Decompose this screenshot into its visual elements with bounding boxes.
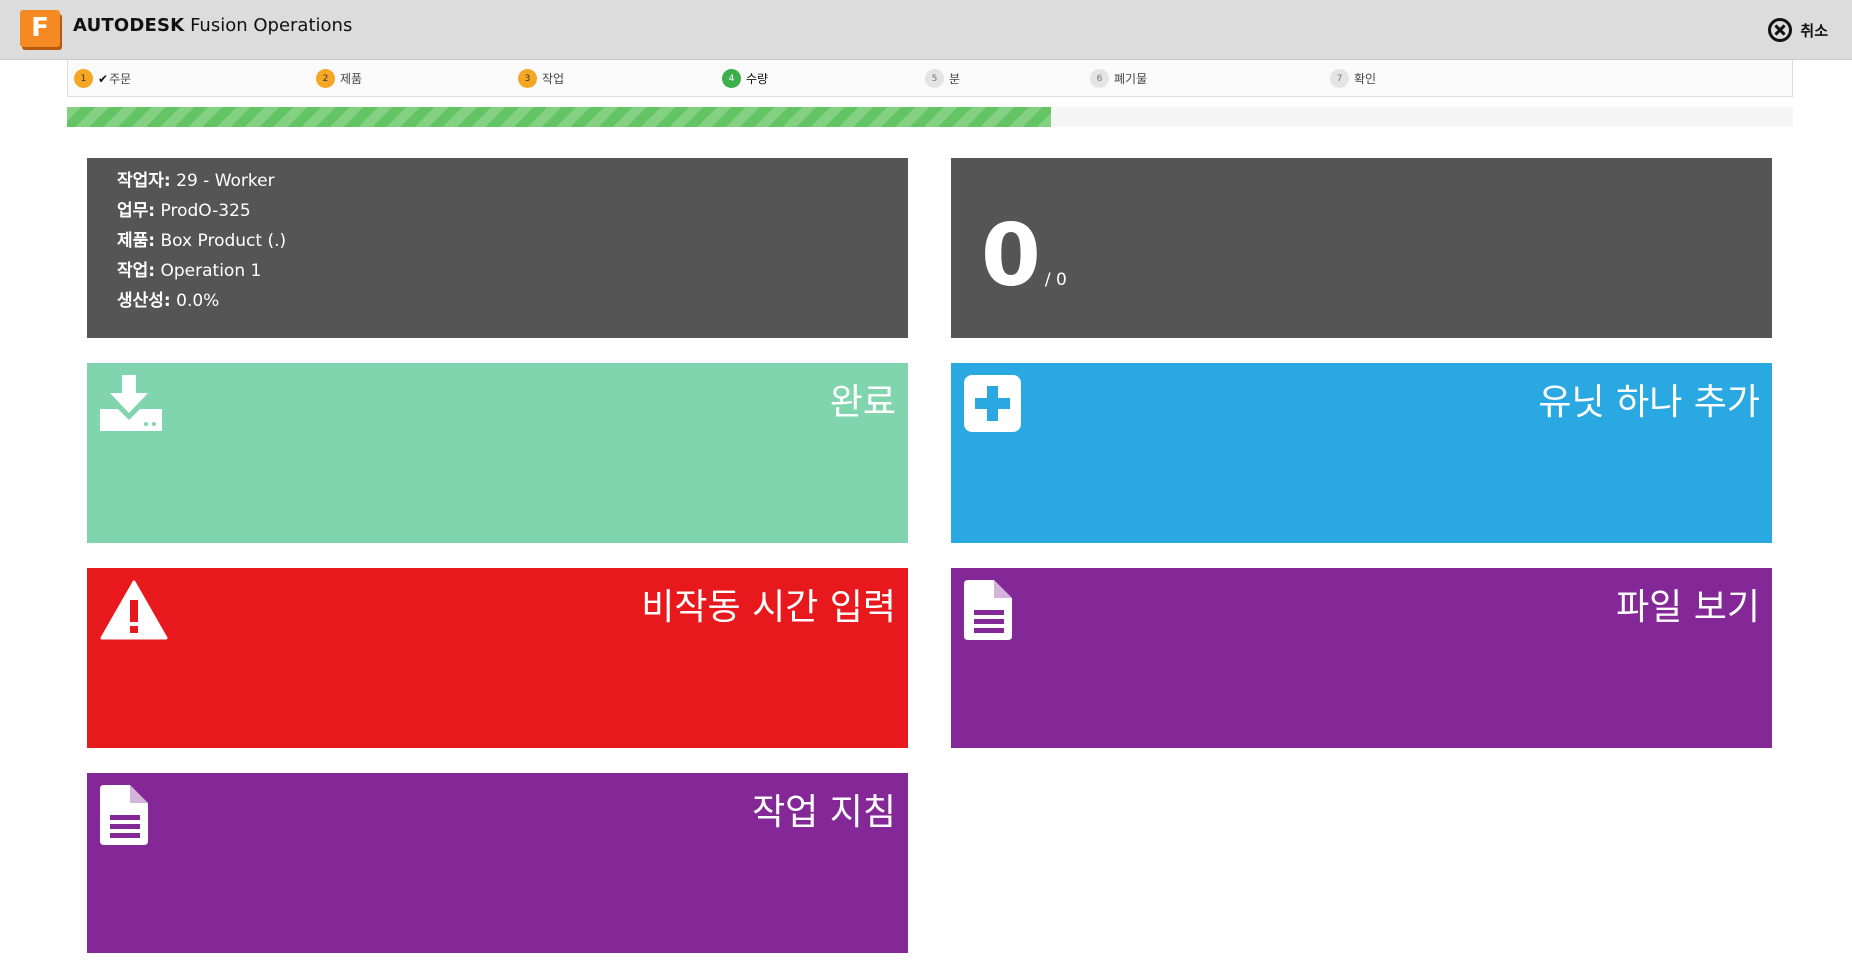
brand-product: Fusion Operations (190, 15, 353, 36)
add-unit-label: 유닛 하나 추가 (1538, 382, 1760, 423)
downtime-button[interactable]: 비작동 시간 입력 (87, 568, 908, 748)
step-label: 분 (949, 72, 961, 86)
cancel-button[interactable]: 취소 (1768, 15, 1828, 45)
product-key: 제품: (117, 231, 156, 251)
step-order[interactable]: 1 ✔ 주문 (74, 69, 131, 88)
step-number: 6 (1090, 69, 1109, 88)
step-product[interactable]: 2 제품 (316, 69, 362, 88)
step-minutes: 5 분 (925, 69, 960, 88)
view-files-label: 파일 보기 (1616, 587, 1760, 628)
view-files-button[interactable]: 파일 보기 (951, 568, 1772, 748)
step-quantity[interactable]: 4 수량 (722, 69, 768, 88)
work-instructions-label: 작업 지침 (752, 792, 896, 833)
productivity-value: 0.0% (176, 291, 220, 311)
step-waste: 6 폐기물 (1090, 69, 1147, 88)
autodesk-logo: F (20, 10, 62, 50)
step-label: 제품 (340, 72, 363, 86)
wizard-steps: 1 ✔ 주문 2 제품 3 작업 4 수량 5 분 6 폐기물 7 확인 (67, 60, 1793, 97)
step-label: 확인 (1354, 72, 1377, 86)
step-number: 3 (518, 69, 537, 88)
brand-bold: AUTODESK (73, 15, 185, 36)
add-unit-button[interactable]: 유닛 하나 추가 (951, 363, 1772, 543)
job-row: 업무: ProdO-325 (117, 196, 286, 226)
product-value: Box Product (.) (160, 231, 287, 251)
step-number: 5 (925, 69, 944, 88)
quantity-total: / 0 (1044, 270, 1067, 290)
logo-letter: F (20, 10, 60, 47)
quantity-count: 0 (981, 206, 1041, 306)
complete-label: 완료 (829, 382, 896, 423)
step-operation[interactable]: 3 작업 (518, 69, 564, 88)
download-tray-icon (100, 375, 162, 431)
complete-button[interactable]: 완료 (87, 363, 908, 543)
step-number: 4 (722, 69, 741, 88)
worker-key: 작업자: (117, 171, 171, 191)
warning-icon (100, 580, 168, 640)
step-label: 작업 (542, 72, 565, 86)
productivity-key: 생산성: (117, 291, 171, 311)
checkmark-icon: ✔ (98, 71, 109, 86)
step-number: 7 (1330, 69, 1349, 88)
file-document-icon (964, 580, 1012, 640)
operation-value: Operation 1 (160, 261, 262, 281)
step-label: 폐기물 (1114, 72, 1148, 86)
operation-row: 작업: Operation 1 (117, 256, 286, 286)
progress-fill (67, 107, 1051, 127)
close-circle-icon (1768, 18, 1793, 42)
job-value: ProdO-325 (160, 201, 251, 221)
quantity-panel: 0/ 0 (951, 158, 1772, 338)
plus-square-icon (964, 375, 1021, 432)
file-document-icon (100, 785, 148, 845)
downtime-label: 비작동 시간 입력 (641, 587, 896, 628)
step-number: 2 (316, 69, 335, 88)
progress-bar (67, 107, 1793, 127)
step-number: 1 (74, 69, 93, 88)
worker-row: 작업자: 29 - Worker (117, 166, 286, 196)
cancel-label: 취소 (1800, 21, 1828, 40)
work-instructions-button[interactable]: 작업 지침 (87, 773, 908, 953)
operation-key: 작업: (117, 261, 156, 281)
step-confirm: 7 확인 (1330, 69, 1376, 88)
app-header: F AUTODESK Fusion Operations 취소 (0, 0, 1852, 60)
worker-value: 29 - Worker (176, 171, 275, 191)
step-label: 수량 (746, 72, 769, 86)
job-info-panel: 작업자: 29 - Worker 업무: ProdO-325 제품: Box P… (87, 158, 908, 338)
product-row: 제품: Box Product (.) (117, 226, 286, 256)
productivity-row: 생산성: 0.0% (117, 286, 286, 316)
app-title: AUTODESK Fusion Operations (73, 15, 352, 36)
job-key: 업무: (117, 201, 156, 221)
step-label: 주문 (109, 72, 132, 86)
